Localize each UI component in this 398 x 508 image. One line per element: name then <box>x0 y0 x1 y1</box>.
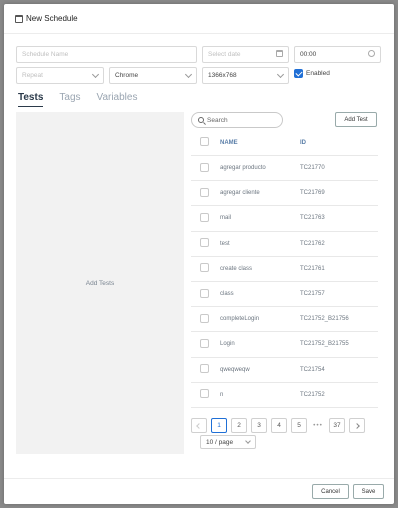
time-picker[interactable]: 00:00 <box>294 46 381 63</box>
test-id: TC21761 <box>300 265 325 272</box>
row-checkbox[interactable] <box>200 162 209 172</box>
column-header-name: NAME <box>220 139 238 146</box>
repeat-placeholder: Repeat <box>22 72 43 79</box>
schedule-name-placeholder: Schedule Name <box>22 51 69 58</box>
test-name: agregar producto <box>220 165 266 172</box>
schedule-name-input[interactable]: Schedule Name <box>16 46 197 63</box>
dialog-title: New Schedule <box>26 14 78 23</box>
chevron-right-icon <box>354 422 360 429</box>
test-name: n <box>220 391 224 398</box>
resolution-value: 1366x768 <box>208 72 237 79</box>
test-name: completeLogin <box>220 316 260 323</box>
table-row[interactable]: agregar cliente TC21769 <box>191 181 378 207</box>
browser-select[interactable]: Chrome <box>109 67 197 84</box>
test-id: TC21754 <box>300 366 325 373</box>
dialog-header: New Schedule <box>4 4 394 34</box>
row-checkbox[interactable] <box>200 288 209 298</box>
test-name: mail <box>220 215 232 222</box>
test-name: create class <box>220 265 253 272</box>
test-name: agregar cliente <box>220 190 260 197</box>
tab-bar: Tests Tags Variables <box>18 92 137 107</box>
test-id: TC21770 <box>300 165 325 172</box>
row-checkbox[interactable] <box>200 389 209 399</box>
row-checkbox[interactable] <box>200 313 209 323</box>
table-header: NAME ID <box>191 130 378 156</box>
calendar-icon <box>15 14 23 23</box>
test-id: TC21757 <box>300 291 325 298</box>
save-button[interactable]: Save <box>353 484 384 499</box>
table-row[interactable]: mail TC21763 <box>191 206 378 232</box>
page-ellipsis[interactable]: ••• <box>311 418 325 433</box>
test-name: qweqweqw <box>220 366 250 373</box>
new-schedule-dialog: New Schedule Schedule Name Select date 0… <box>4 4 394 504</box>
chevron-down-icon <box>276 70 285 79</box>
search-icon <box>198 117 204 123</box>
enabled-toggle[interactable]: Enabled <box>294 69 330 78</box>
table-row[interactable]: qweqweqw TC21754 <box>191 358 378 383</box>
row-checkbox[interactable] <box>200 187 209 197</box>
cancel-button[interactable]: Cancel <box>312 484 349 499</box>
page-button-last[interactable]: 37 <box>329 418 345 433</box>
row-checkbox[interactable] <box>200 364 209 374</box>
table-row[interactable]: n TC21752 <box>191 383 378 408</box>
add-test-button[interactable]: Add Test <box>335 112 377 127</box>
tab-tags[interactable]: Tags <box>59 92 80 107</box>
page-button-5[interactable]: 5 <box>291 418 307 433</box>
search-placeholder: Search <box>207 116 228 124</box>
page-button-4[interactable]: 4 <box>271 418 287 433</box>
table-row[interactable]: class TC21757 <box>191 282 378 308</box>
page-size-select[interactable]: 10 / page <box>200 435 256 449</box>
tab-tests[interactable]: Tests <box>18 92 44 107</box>
row-checkbox[interactable] <box>200 238 209 248</box>
test-name: test <box>220 240 230 247</box>
prev-page-button[interactable] <box>191 418 207 433</box>
row-checkbox[interactable] <box>200 263 209 273</box>
clock-icon <box>368 50 375 59</box>
tests-table: NAME ID agregar producto TC21770 agregar… <box>191 130 378 408</box>
next-page-button[interactable] <box>349 418 365 433</box>
row-checkbox[interactable] <box>200 338 209 348</box>
page-size-value: 10 / page <box>206 438 234 446</box>
chevron-left-icon <box>196 422 202 429</box>
table-row[interactable]: completeLogin TC21752_B21756 <box>191 307 378 333</box>
search-input[interactable]: Search <box>191 112 283 128</box>
row-checkbox[interactable] <box>200 212 209 222</box>
chevron-down-icon <box>245 437 251 444</box>
page-button-3[interactable]: 3 <box>251 418 267 433</box>
select-all-checkbox[interactable] <box>200 137 209 146</box>
table-row[interactable]: create class TC21761 <box>191 257 378 282</box>
browser-value: Chrome <box>115 72 139 79</box>
enabled-checkbox[interactable] <box>294 69 303 78</box>
resolution-select[interactable]: 1366x768 <box>202 67 289 84</box>
date-picker[interactable]: Select date <box>202 46 289 63</box>
repeat-select[interactable]: Repeat <box>16 67 104 84</box>
add-tests-label: Add Tests <box>85 279 115 287</box>
test-id: TC21769 <box>300 190 325 197</box>
chevron-down-icon <box>184 70 193 79</box>
date-placeholder: Select date <box>208 51 241 58</box>
test-id: TC21752_B21756 <box>300 316 349 323</box>
table-row[interactable]: Login TC21752_B21755 <box>191 332 378 358</box>
page-button-1[interactable]: 1 <box>211 418 227 433</box>
table-row[interactable]: agregar producto TC21770 <box>191 156 378 182</box>
column-header-id: ID <box>300 139 306 146</box>
pagination: 1 2 3 4 5 ••• 37 <box>191 418 365 433</box>
add-tests-dropzone[interactable]: Add Tests <box>16 112 184 454</box>
test-id: TC21763 <box>300 215 325 222</box>
calendar-icon <box>276 50 283 59</box>
test-id: TC21752_B21755 <box>300 341 349 348</box>
test-id: TC21762 <box>300 240 325 247</box>
tab-variables[interactable]: Variables <box>97 92 138 107</box>
test-name: Login <box>220 341 235 348</box>
chevron-down-icon <box>91 70 100 79</box>
test-id: TC21752 <box>300 391 325 398</box>
table-row[interactable]: test TC21762 <box>191 232 378 257</box>
test-name: class <box>220 291 234 298</box>
enabled-label: Enabled <box>306 70 330 77</box>
page-button-2[interactable]: 2 <box>231 418 247 433</box>
time-value: 00:00 <box>300 51 317 58</box>
